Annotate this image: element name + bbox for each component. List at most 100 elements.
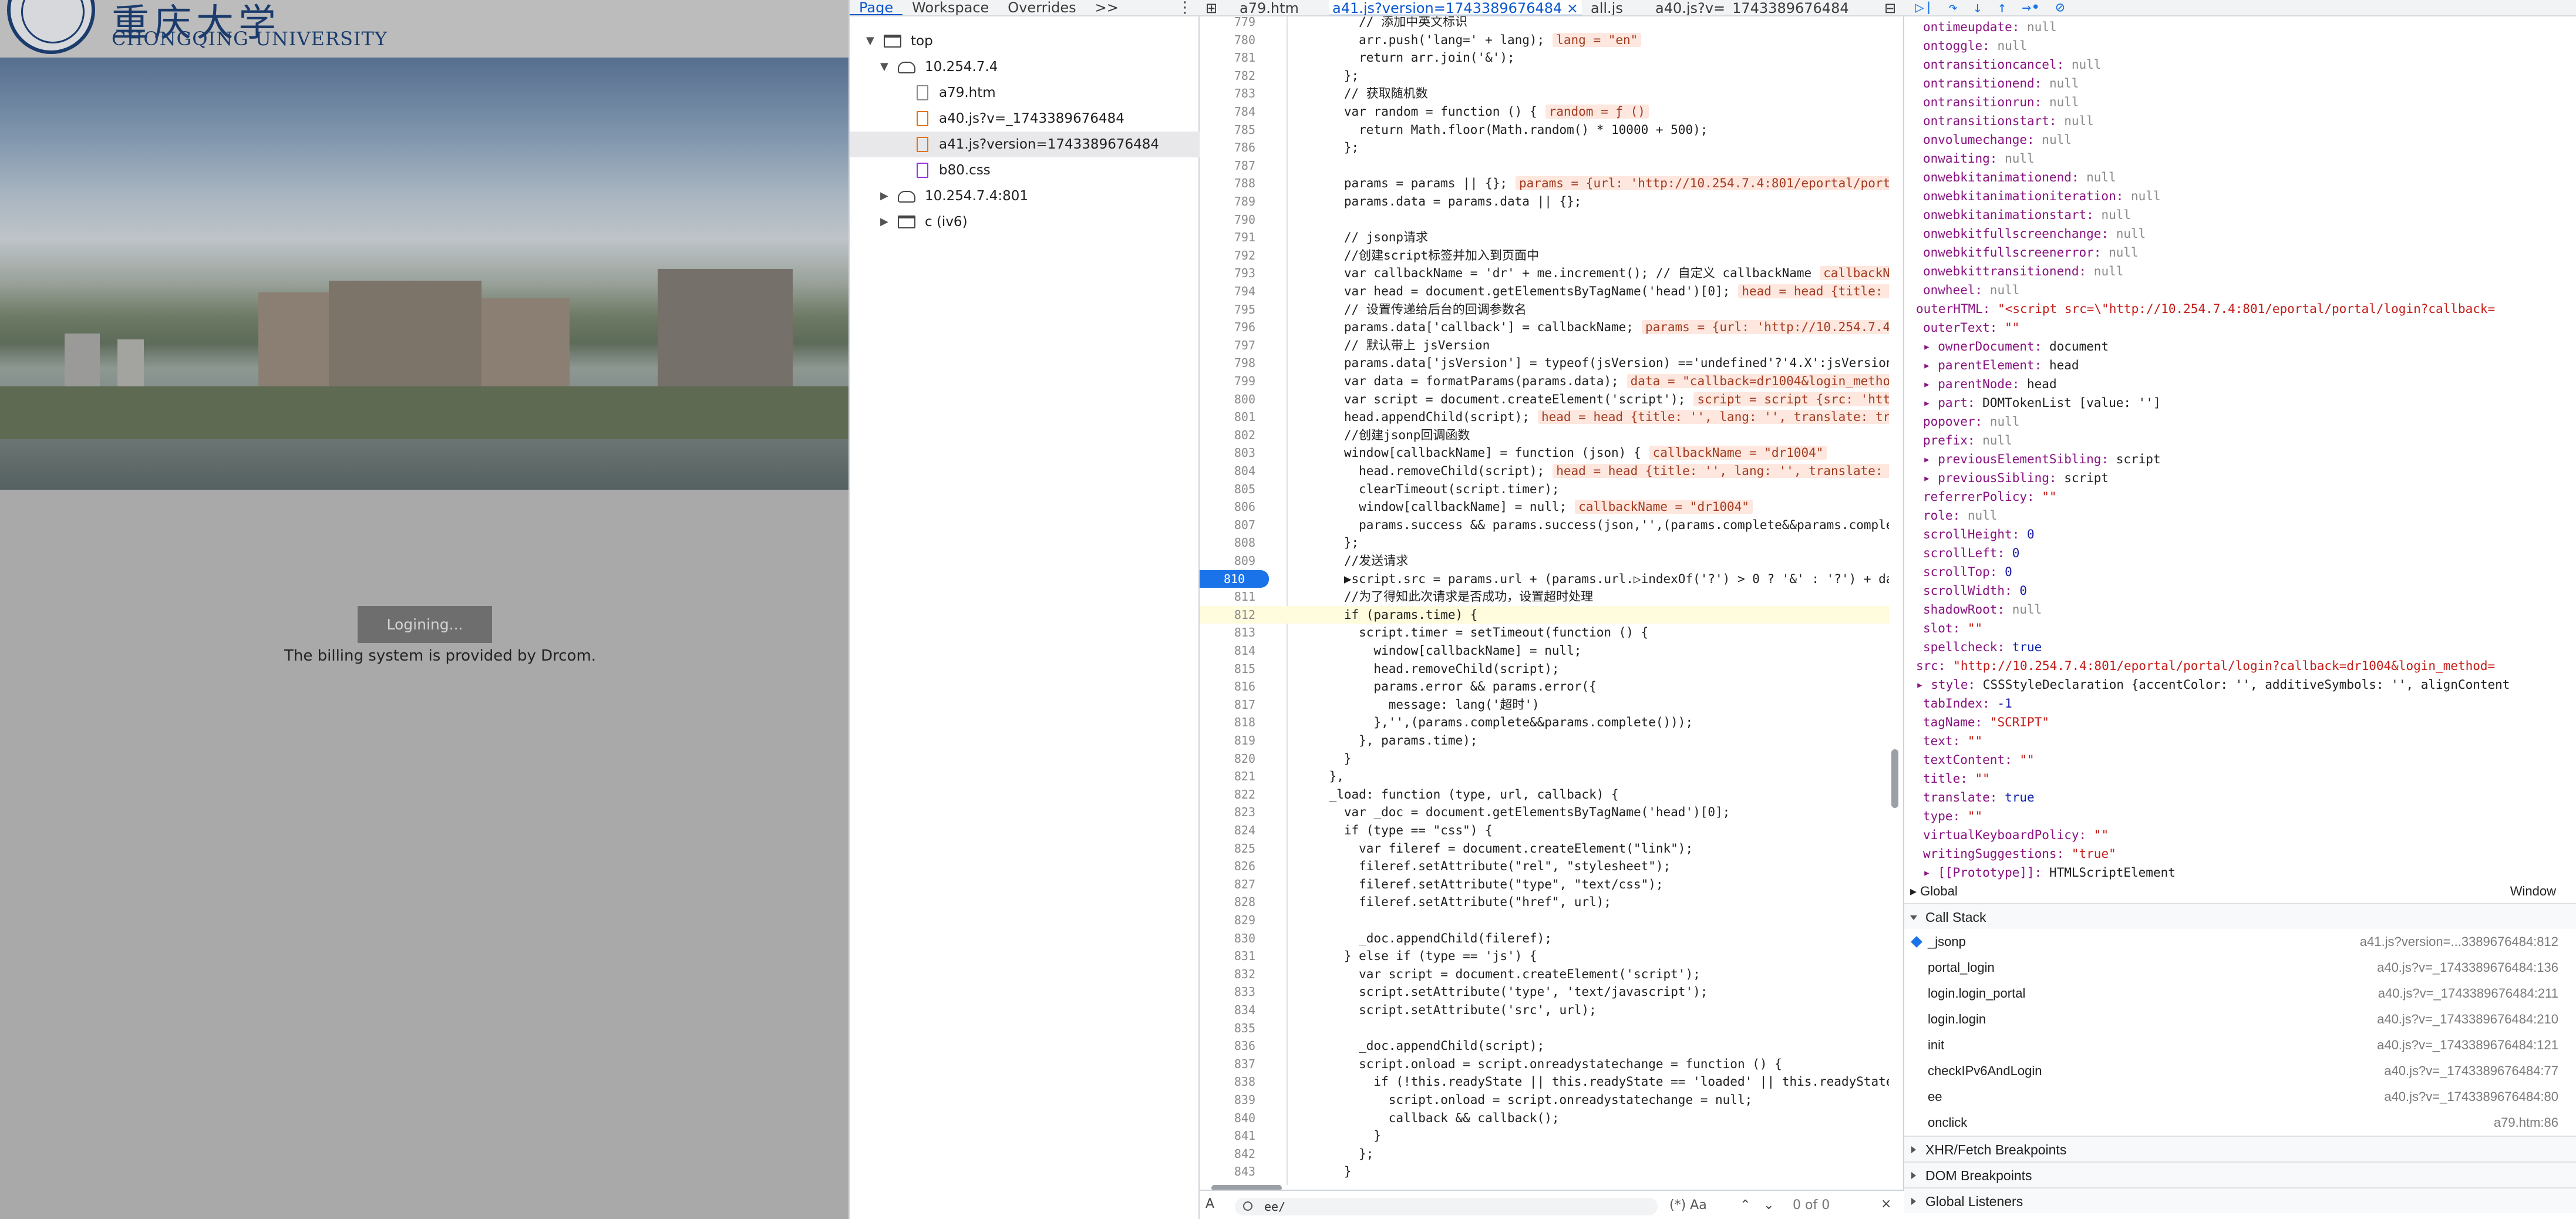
- code-line[interactable]: 840 callback && callback();: [1200, 1109, 1889, 1127]
- line-number[interactable]: 840: [1200, 1109, 1255, 1127]
- line-number[interactable]: 814: [1200, 642, 1255, 660]
- line-number[interactable]: 831: [1200, 947, 1255, 965]
- line-number[interactable]: 782: [1200, 67, 1255, 85]
- toggle-navigator-icon[interactable]: ⊞: [1202, 0, 1221, 15]
- editor-tab[interactable]: a40.js?v=_1743389676484: [1652, 0, 1853, 15]
- line-number[interactable]: 800: [1200, 390, 1255, 409]
- scope-property[interactable]: ontimeupdate: null: [1923, 18, 2575, 36]
- code-line[interactable]: 809 //发送请求: [1200, 552, 1889, 570]
- call-frame[interactable]: login.login a40.js?v=_1743389676484:210: [1904, 1006, 2576, 1032]
- line-number[interactable]: 815: [1200, 660, 1255, 678]
- tree-item-host[interactable]: ▶ 10.254.7.4:801: [850, 183, 1200, 209]
- line-number[interactable]: 816: [1200, 678, 1255, 696]
- line-number[interactable]: 793: [1200, 264, 1255, 282]
- line-number[interactable]: 834: [1200, 1001, 1255, 1019]
- line-number[interactable]: 835: [1200, 1019, 1255, 1038]
- scope-property[interactable]: ▸ parentElement: head: [1923, 356, 2575, 375]
- scope-property[interactable]: text: "": [1923, 732, 2575, 750]
- code-line[interactable]: 808 };: [1200, 534, 1889, 552]
- scope-property[interactable]: ▸ previousSibling: script: [1923, 469, 2575, 487]
- call-stack-header[interactable]: Call Stack: [1904, 903, 2576, 929]
- scope-property[interactable]: onwebkitanimationend: null: [1923, 168, 2575, 187]
- scope-property[interactable]: ▸ part: DOMTokenList [value: '']: [1923, 393, 2575, 412]
- tree-item-file-selected[interactable]: a41.js?version=1743389676484: [850, 132, 1200, 157]
- code-line[interactable]: 826 fileref.setAttribute("rel", "stylesh…: [1200, 857, 1889, 875]
- code-line[interactable]: 789 params.data = params.data || {};: [1200, 193, 1889, 211]
- step-into-icon[interactable]: ↓: [1973, 0, 1982, 15]
- line-number[interactable]: 812: [1200, 606, 1255, 624]
- scope-property[interactable]: ▸ parentNode: head: [1923, 375, 2575, 393]
- tab-page[interactable]: Page: [850, 0, 903, 15]
- scope-property[interactable]: scrollTop: 0: [1923, 563, 2575, 581]
- sidebar-section-header[interactable]: XHR/Fetch Breakpoints: [1904, 1136, 2576, 1161]
- scope-property[interactable]: ▸ previousElementSibling: script: [1923, 450, 2575, 469]
- scope-property[interactable]: ontransitionend: null: [1923, 74, 2575, 93]
- line-number[interactable]: 790: [1200, 211, 1255, 229]
- code-line[interactable]: 783 // 获取随机数: [1200, 85, 1889, 103]
- code-line[interactable]: 795 // 设置传递给后台的回调参数名: [1200, 301, 1889, 319]
- code-line[interactable]: 828 fileref.setAttribute("href", url);: [1200, 893, 1889, 911]
- scope-property[interactable]: scrollLeft: 0: [1923, 544, 2575, 563]
- line-number[interactable]: 807: [1200, 516, 1255, 534]
- line-number[interactable]: 828: [1200, 893, 1255, 911]
- line-number[interactable]: 838: [1200, 1073, 1255, 1091]
- tree-item-host[interactable]: ▼ 10.254.7.4: [850, 54, 1200, 80]
- scope-property[interactable]: type: "": [1923, 807, 2575, 826]
- code-line[interactable]: 815 head.removeChild(script);: [1200, 660, 1889, 678]
- line-number[interactable]: 794: [1200, 282, 1255, 301]
- line-number[interactable]: 809: [1200, 552, 1255, 570]
- expanded-triangle-icon[interactable]: ▼: [880, 54, 888, 80]
- line-number[interactable]: 779: [1200, 16, 1255, 31]
- scope-property[interactable]: tagName: "SCRIPT": [1923, 713, 2575, 732]
- code-line[interactable]: 825 var fileref = document.createElement…: [1200, 840, 1889, 858]
- line-number[interactable]: 841: [1200, 1127, 1255, 1145]
- code-line[interactable]: 801 head.appendChild(script); head = head…: [1200, 408, 1889, 426]
- search-options[interactable]: (*) Aa: [1669, 1198, 1707, 1213]
- call-frame[interactable]: init a40.js?v=_1743389676484:121: [1904, 1032, 2576, 1058]
- code-line[interactable]: 804 head.removeChild(script); head = head…: [1200, 462, 1889, 480]
- line-number[interactable]: 799: [1200, 372, 1255, 390]
- code-line[interactable]: 807 params.success && params.success(jso…: [1200, 516, 1889, 534]
- scope-global[interactable]: ▸ Global Window: [1910, 882, 2568, 901]
- line-number[interactable]: 822: [1200, 786, 1255, 804]
- line-number[interactable]: 827: [1200, 875, 1255, 894]
- vertical-scrollbar[interactable]: [1891, 749, 1898, 808]
- code-line[interactable]: 839 script.onload = script.onreadystatec…: [1200, 1091, 1889, 1109]
- code-line[interactable]: 829: [1200, 911, 1889, 930]
- scope-property[interactable]: onvolumechange: null: [1923, 130, 2575, 149]
- line-number[interactable]: 792: [1200, 247, 1255, 265]
- scope-property[interactable]: popover: null: [1923, 412, 2575, 431]
- tree-item-frame[interactable]: ▶ c (iv6): [850, 209, 1200, 235]
- line-number[interactable]: 780: [1200, 31, 1255, 49]
- scope-property[interactable]: onwebkitanimationstart: null: [1923, 206, 2575, 224]
- step-icon[interactable]: →•: [2022, 0, 2040, 15]
- editor-tab-active[interactable]: a41.js?version=1743389676484 ×: [1329, 0, 1582, 15]
- toggle-debugger-icon[interactable]: ⊟: [1881, 0, 1900, 15]
- code-line[interactable]: 792 //创建script标签并加入到页面中: [1200, 247, 1889, 265]
- code-line[interactable]: 780 arr.push('lang=' + lang); lang = "en": [1200, 31, 1889, 49]
- line-number[interactable]: 804: [1200, 462, 1255, 480]
- expanded-triangle-icon[interactable]: ▼: [866, 28, 874, 54]
- more-options-icon[interactable]: ⋮: [1177, 0, 1193, 15]
- line-number[interactable]: 833: [1200, 983, 1255, 1001]
- scope-property[interactable]: onwebkitfullscreenerror: null: [1923, 243, 2575, 262]
- step-out-icon[interactable]: ↑: [1998, 0, 2007, 15]
- call-frame[interactable]: checkIPv6AndLogin a40.js?v=_1743389676484…: [1904, 1058, 2576, 1084]
- scope-property[interactable]: outerText: "": [1923, 318, 2575, 337]
- search-mode-icon[interactable]: A: [1205, 1197, 1214, 1211]
- line-number[interactable]: 811: [1200, 588, 1255, 606]
- collapsed-triangle-icon[interactable]: ▶: [880, 209, 888, 235]
- line-number[interactable]: 796: [1200, 318, 1255, 336]
- line-number[interactable]: 836: [1200, 1037, 1255, 1055]
- scope-property[interactable]: slot: "": [1923, 619, 2575, 638]
- tree-item-file[interactable]: b80.css: [850, 157, 1200, 183]
- scope-property[interactable]: onwebkittransitionend: null: [1923, 262, 2575, 281]
- scope-property[interactable]: src: "http://10.254.7.4:801/eportal/port…: [1916, 656, 2568, 675]
- search-next-icon[interactable]: ⌄: [1763, 1198, 1774, 1213]
- code-line[interactable]: 824 if (type == "css") {: [1200, 821, 1889, 840]
- step-over-icon[interactable]: ↷: [1948, 0, 1958, 15]
- line-number[interactable]: 824: [1200, 821, 1255, 840]
- code-line[interactable]: 818 },'',(params.complete&&params.comple…: [1200, 713, 1889, 732]
- code-line-paused[interactable]: 812 if (params.time) {: [1200, 605, 1889, 624]
- line-number[interactable]: 825: [1200, 840, 1255, 858]
